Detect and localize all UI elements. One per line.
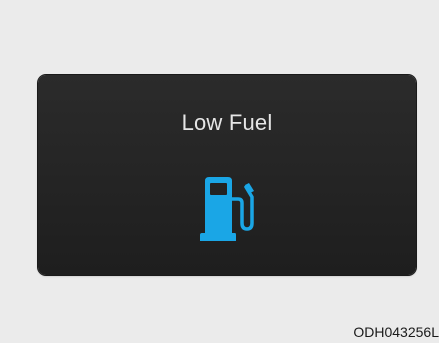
- warning-message: Low Fuel: [181, 110, 273, 135]
- image-reference-code: ODH043256L: [353, 324, 439, 340]
- low-fuel-display-panel: Low Fuel: [38, 75, 416, 275]
- fuel-pump-icon: [200, 177, 254, 241]
